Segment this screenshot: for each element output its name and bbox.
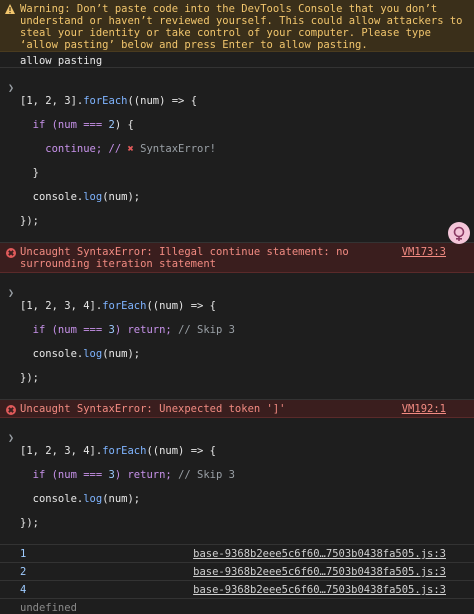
error-source-link[interactable]: VM192:1: [402, 403, 446, 415]
error-icon: [6, 248, 16, 258]
paste-warning: Warning: Don’t paste code into the DevTo…: [0, 0, 474, 52]
console-command: ❯ [1, 2, 3].forEach((num) => { if (num =…: [0, 68, 474, 243]
error-message: Uncaught SyntaxError: Illegal continue s…: [0, 243, 474, 273]
code-line: console.log(num);: [20, 493, 141, 505]
chevron-right-icon: ❯: [8, 288, 15, 299]
code-line: });: [20, 215, 39, 227]
console-log-entry: 4 base-9368b2eee5c6f60…7503b0438fa505.js…: [0, 581, 474, 599]
error-message: Uncaught SyntaxError: Unexpected token '…: [0, 400, 474, 418]
code-line: if (num === 2) {: [20, 119, 134, 131]
console-result: undefined: [0, 599, 474, 614]
code-line: [1, 2, 3].forEach((num) => {: [20, 95, 198, 107]
error-source-link[interactable]: VM173:3: [402, 246, 446, 258]
code-line: if (num === 3) return; // Skip 3: [20, 324, 235, 336]
typed-allow-pasting: allow pasting: [20, 55, 103, 67]
log-value: 2: [20, 566, 27, 578]
code-line: });: [20, 517, 39, 529]
code-line: console.log(num);: [20, 348, 141, 360]
console-log-entry: 2 base-9368b2eee5c6f60…7503b0438fa505.js…: [0, 563, 474, 581]
log-source-link[interactable]: base-9368b2eee5c6f60…7503b0438fa505.js:3: [193, 566, 446, 578]
log-source-link[interactable]: base-9368b2eee5c6f60…7503b0438fa505.js:3: [193, 548, 446, 560]
code-line: if (num === 3) return; // Skip 3: [20, 469, 235, 481]
paste-input-line[interactable]: allow pasting: [0, 52, 474, 68]
assistant-glyph: [453, 226, 465, 241]
code-line: });: [20, 372, 39, 384]
result-value: undefined: [20, 602, 77, 614]
console-command: ❯ [1, 2, 3, 4].forEach((num) => { if (nu…: [0, 418, 474, 545]
log-value: 4: [20, 584, 27, 596]
console-log-entry: 1 base-9368b2eee5c6f60…7503b0438fa505.js…: [0, 545, 474, 563]
chevron-right-icon: ❯: [8, 83, 15, 94]
chevron-right-icon: ❯: [8, 433, 15, 444]
warning-text: Warning: Don’t paste code into the DevTo…: [20, 3, 469, 51]
log-source-link[interactable]: base-9368b2eee5c6f60…7503b0438fa505.js:3: [193, 584, 446, 596]
error-text: Uncaught SyntaxError: Illegal continue s…: [20, 246, 356, 270]
error-icon: [6, 405, 16, 415]
code-line: continue; // ✖ SyntaxError!: [20, 143, 216, 155]
code-line: [1, 2, 3, 4].forEach((num) => {: [20, 445, 216, 457]
code-line: console.log(num);: [20, 191, 141, 203]
warning-icon: [5, 4, 15, 14]
code-line: }: [20, 167, 39, 179]
code-line: [1, 2, 3, 4].forEach((num) => {: [20, 300, 216, 312]
console-command: ❯ [1, 2, 3, 4].forEach((num) => { if (nu…: [0, 273, 474, 400]
log-value: 1: [20, 548, 27, 560]
assistant-icon[interactable]: [448, 222, 470, 244]
